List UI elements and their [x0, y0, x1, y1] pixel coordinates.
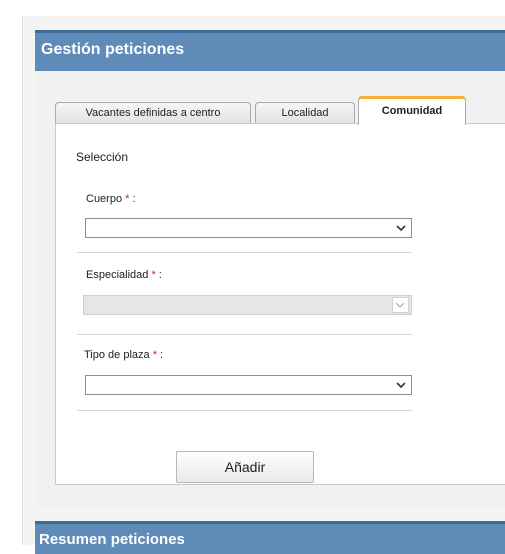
cuerpo-label-text: Cuerpo — [86, 193, 123, 205]
summary-header: Resumen peticiones — [35, 521, 505, 554]
tipo-de-plaza-label-text: Tipo de plaza — [84, 349, 150, 361]
cuerpo-label: Cuerpo * : — [86, 193, 136, 205]
label-suffix: : — [132, 193, 136, 205]
required-marker: * — [125, 193, 130, 205]
especialidad-select — [83, 295, 412, 315]
chevron-down-icon — [395, 302, 405, 308]
required-marker: * — [152, 349, 157, 361]
cuerpo-select[interactable] — [85, 218, 412, 238]
field-separator — [77, 252, 412, 253]
panel-title: Gestión peticiones — [41, 41, 185, 58]
summary-title: Resumen peticiones — [39, 531, 185, 548]
tab-vacantes-definidas-a-centro[interactable]: Vacantes definidas a centro — [55, 102, 251, 123]
chevron-down-icon — [396, 225, 406, 232]
tab-bar: Vacantes definidas a centro Localidad Co… — [55, 96, 505, 125]
field-separator — [77, 410, 412, 411]
panel-header: Gestión peticiones — [35, 30, 505, 74]
tab-localidad[interactable]: Localidad — [255, 102, 355, 123]
especialidad-label-text: Especialidad — [86, 269, 149, 281]
tab-label: Vacantes definidas a centro — [85, 107, 221, 119]
required-marker: * — [151, 269, 156, 281]
label-suffix: : — [158, 269, 162, 281]
chevron-down-icon — [396, 382, 406, 389]
tipo-de-plaza-label: Tipo de plaza * : — [84, 349, 163, 361]
tab-label: Localidad — [281, 107, 329, 119]
especialidad-label: Especialidad * : — [86, 269, 162, 281]
tab-label: Comunidad — [381, 105, 443, 117]
field-separator — [77, 334, 412, 335]
section-title: Selección — [76, 150, 129, 164]
label-suffix: : — [160, 349, 164, 361]
add-button[interactable]: Añadir — [176, 451, 314, 483]
tab-comunidad[interactable]: Comunidad — [358, 96, 466, 125]
tipo-de-plaza-select[interactable] — [85, 375, 412, 395]
